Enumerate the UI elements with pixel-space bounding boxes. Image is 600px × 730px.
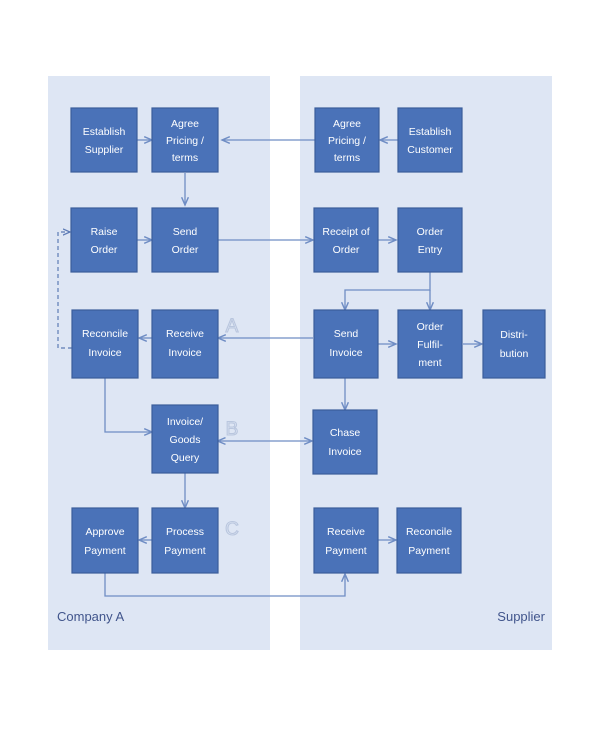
node-receive-invoice[interactable]: Receive Invoice [151, 309, 219, 379]
node-approve-payment[interactable]: Approve Payment [71, 507, 139, 574]
node-agree-pricing-terms-company[interactable]: Agree Pricing / terms [151, 107, 219, 173]
node-order-fulfilment-line-1: Order [417, 321, 444, 333]
node-reconcile-payment[interactable]: Reconcile Payment [396, 507, 462, 574]
node-raise-order-line-2: Order [91, 244, 118, 256]
node-send-order[interactable]: Send Order [151, 207, 219, 273]
node-agree-pricing-company-line-1: Agree [171, 118, 199, 130]
node-raise-order[interactable]: Raise Order [70, 207, 138, 273]
lane-label-supplier: Supplier [497, 609, 545, 624]
node-establish-customer[interactable]: Establish Customer [397, 107, 463, 173]
node-order-entry-line-2: Entry [418, 244, 443, 256]
node-receive-payment[interactable]: Receive Payment [313, 507, 379, 574]
node-receipt-of-order-line-1: Receipt of [322, 226, 369, 238]
node-receive-payment-line-2: Payment [325, 545, 367, 557]
node-send-order-line-1: Send [173, 226, 198, 238]
node-order-fulfilment-line-3: ment [418, 357, 441, 369]
node-order-fulfilment-line-2: Fulfil- [417, 339, 443, 351]
node-establish-supplier-line-2: Supplier [85, 144, 124, 156]
node-invoice-goods-query-line-1: Invoice/ [167, 416, 203, 428]
node-chase-invoice-line-1: Chase [330, 427, 361, 439]
node-receipt-of-order[interactable]: Receipt of Order [313, 207, 379, 273]
node-process-payment-line-1: Process [166, 526, 204, 538]
node-agree-pricing-supplier-line-2: Pricing / [328, 135, 366, 147]
node-approve-payment-line-1: Approve [85, 526, 124, 538]
node-reconcile-invoice-line-2: Invoice [88, 347, 121, 359]
node-order-fulfilment[interactable]: Order Fulfil- ment [397, 309, 463, 379]
node-reconcile-invoice-line-1: Reconcile [82, 328, 128, 340]
node-agree-pricing-terms-supplier[interactable]: Agree Pricing / terms [314, 107, 380, 173]
marker-label-b: B [226, 419, 239, 440]
node-distribution-line-2: bution [500, 348, 529, 360]
node-raise-order-line-1: Raise [91, 226, 118, 238]
node-receive-invoice-line-1: Receive [166, 328, 204, 340]
node-agree-pricing-company-line-2: Pricing / [166, 135, 204, 147]
node-invoice-goods-query-line-2: Goods [170, 434, 201, 446]
node-send-invoice[interactable]: Send Invoice [313, 309, 379, 379]
node-chase-invoice-line-2: Invoice [328, 446, 361, 458]
node-distribution-line-1: Distri- [500, 329, 528, 341]
node-invoice-goods-query[interactable]: Invoice/ Goods Query [151, 404, 219, 474]
node-send-order-line-2: Order [172, 244, 199, 256]
node-reconcile-payment-line-2: Payment [408, 545, 450, 557]
node-agree-pricing-company-line-3: terms [172, 152, 198, 164]
node-order-entry-line-1: Order [417, 226, 444, 238]
node-process-payment-line-2: Payment [164, 545, 206, 557]
node-reconcile-payment-line-1: Reconcile [406, 526, 452, 538]
flowchart-canvas: Company A Supplier A B C Establish Suppl… [48, 76, 552, 650]
node-chase-invoice[interactable]: Chase Invoice [312, 409, 378, 475]
node-send-invoice-line-2: Invoice [329, 347, 362, 359]
node-establish-supplier[interactable]: Establish Supplier [70, 107, 138, 173]
marker-label-c: C [225, 519, 239, 540]
node-invoice-goods-query-line-3: Query [171, 452, 200, 464]
node-agree-pricing-supplier-line-3: terms [334, 152, 360, 164]
node-approve-payment-line-2: Payment [84, 545, 126, 557]
node-process-payment[interactable]: Process Payment [151, 507, 219, 574]
flowchart-diagram: Company A Supplier A B C Establish Suppl… [0, 0, 600, 730]
marker-label-a: A [226, 316, 239, 337]
node-send-invoice-line-1: Send [334, 328, 359, 340]
lane-label-company-a: Company A [57, 609, 125, 624]
node-order-entry[interactable]: Order Entry [397, 207, 463, 273]
node-receive-payment-line-1: Receive [327, 526, 365, 538]
node-establish-customer-line-1: Establish [409, 126, 452, 138]
node-establish-supplier-line-1: Establish [83, 126, 126, 138]
node-receipt-of-order-line-2: Order [333, 244, 360, 256]
node-distribution[interactable]: Distri- bution [482, 309, 546, 379]
node-reconcile-invoice[interactable]: Reconcile Invoice [71, 309, 139, 379]
node-establish-customer-line-2: Customer [407, 144, 453, 156]
node-receive-invoice-line-2: Invoice [168, 347, 201, 359]
node-agree-pricing-supplier-line-1: Agree [333, 118, 361, 130]
